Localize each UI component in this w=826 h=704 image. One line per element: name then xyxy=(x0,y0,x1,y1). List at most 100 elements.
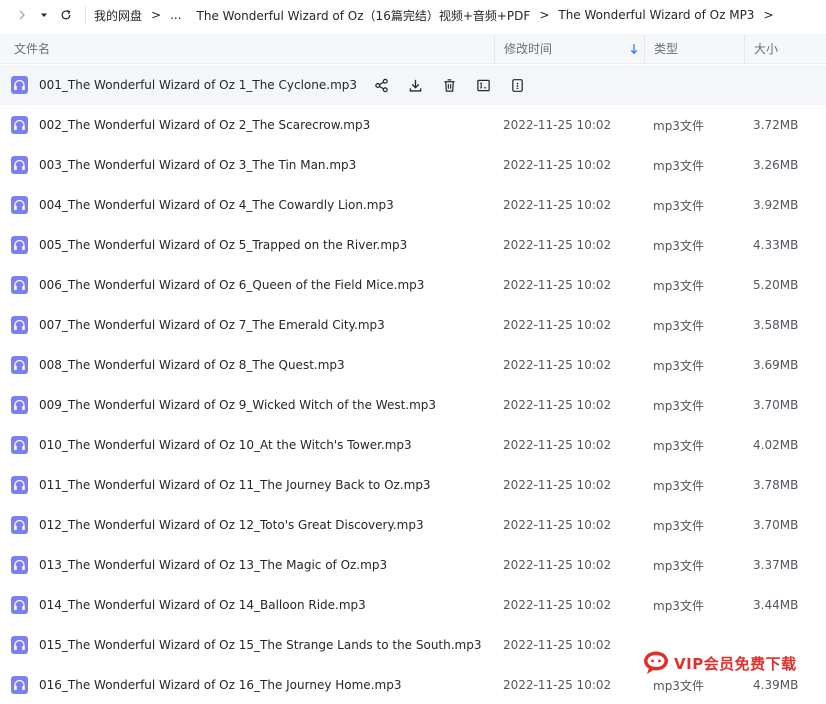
column-header-modified-label: 修改时间 xyxy=(504,42,553,56)
audio-file-icon xyxy=(11,476,28,494)
file-name-cell[interactable]: 009_The Wonderful Wizard of Oz 9_Wicked … xyxy=(0,396,494,414)
file-row[interactable]: 002_The Wonderful Wizard of Oz 2_The Sca… xyxy=(0,105,826,145)
file-size: 3.44MB xyxy=(753,598,799,612)
file-name-cell[interactable]: 014_The Wonderful Wizard of Oz 14_Balloo… xyxy=(0,596,494,614)
file-name[interactable]: 003_The Wonderful Wizard of Oz 3_The Tin… xyxy=(39,158,356,172)
file-size: 3.70MB xyxy=(753,398,799,412)
file-modified-time: 2022-11-25 10:02 xyxy=(503,278,612,292)
delete-button[interactable] xyxy=(441,77,457,93)
audio-file-icon xyxy=(11,76,28,94)
file-modified-time: 2022-11-25 10:02 xyxy=(503,318,612,332)
history-dropdown-button[interactable] xyxy=(35,4,53,26)
file-name-cell[interactable]: 012_The Wonderful Wizard of Oz 12_Toto's… xyxy=(0,516,494,534)
file-row[interactable]: 008_The Wonderful Wizard of Oz 8_The Que… xyxy=(0,345,826,385)
file-row[interactable]: 004_The Wonderful Wizard of Oz 4_The Cow… xyxy=(0,185,826,225)
file-modified-time: 2022-11-25 10:02 xyxy=(503,598,612,612)
file-name-cell[interactable]: 002_The Wonderful Wizard of Oz 2_The Sca… xyxy=(0,116,494,134)
file-name-cell[interactable]: 004_The Wonderful Wizard of Oz 4_The Cow… xyxy=(0,196,494,214)
file-row[interactable]: 009_The Wonderful Wizard of Oz 9_Wicked … xyxy=(0,385,826,425)
forward-button[interactable] xyxy=(11,4,33,26)
audio-file-icon xyxy=(11,276,28,294)
file-row[interactable]: 006_The Wonderful Wizard of Oz 6_Queen o… xyxy=(0,265,826,305)
audio-file-icon xyxy=(11,396,28,414)
file-row[interactable]: 012_The Wonderful Wizard of Oz 12_Toto's… xyxy=(0,505,826,545)
file-size: 3.70MB xyxy=(753,518,799,532)
column-header-name[interactable]: 文件名 xyxy=(0,34,494,64)
file-type: mp3文件 xyxy=(653,438,704,453)
share-icon xyxy=(374,78,388,92)
breadcrumb-parent-folder[interactable]: The Wonderful Wizard of Oz（16篇完结）视频+音频+P… xyxy=(197,7,531,24)
file-name[interactable]: 012_The Wonderful Wizard of Oz 12_Toto's… xyxy=(39,518,424,532)
file-list: 001_The Wonderful Wizard of Oz 1_The Cyc… xyxy=(0,65,826,704)
file-row[interactable]: 001_The Wonderful Wizard of Oz 1_The Cyc… xyxy=(0,65,826,105)
file-name[interactable]: 009_The Wonderful Wizard of Oz 9_Wicked … xyxy=(39,398,436,412)
file-size: 3.37MB xyxy=(753,558,799,572)
file-name-cell[interactable]: 007_The Wonderful Wizard of Oz 7_The Eme… xyxy=(0,316,494,334)
breadcrumb-trailing-chevron[interactable]: > xyxy=(763,8,773,22)
file-name-cell[interactable]: 016_The Wonderful Wizard of Oz 16_The Jo… xyxy=(0,676,494,694)
file-type: mp3文件 xyxy=(653,518,704,533)
more-button[interactable] xyxy=(509,77,525,93)
file-name[interactable]: 013_The Wonderful Wizard of Oz 13_The Ma… xyxy=(39,558,387,572)
file-size: 3.92MB xyxy=(753,198,799,212)
file-name-cell[interactable]: 011_The Wonderful Wizard of Oz 11_The Jo… xyxy=(0,476,494,494)
file-name-cell[interactable]: 005_The Wonderful Wizard of Oz 5_Trapped… xyxy=(0,236,494,254)
file-name[interactable]: 015_The Wonderful Wizard of Oz 15_The St… xyxy=(39,638,482,652)
breadcrumb-root[interactable]: 我的网盘 xyxy=(94,7,142,24)
download-button[interactable] xyxy=(407,77,423,93)
chevron-right-icon xyxy=(19,10,25,20)
file-size: 3.26MB xyxy=(753,158,799,172)
file-name-cell[interactable]: 015_The Wonderful Wizard of Oz 15_The St… xyxy=(0,636,494,654)
share-button[interactable] xyxy=(373,77,389,93)
file-name-cell[interactable]: 013_The Wonderful Wizard of Oz 13_The Ma… xyxy=(0,556,494,574)
audio-file-icon xyxy=(11,436,28,454)
watermark: VIP会员免费下载 xyxy=(642,650,797,676)
file-type: mp3文件 xyxy=(653,278,704,293)
file-name[interactable]: 004_The Wonderful Wizard of Oz 4_The Cow… xyxy=(39,198,394,212)
audio-file-icon xyxy=(11,356,28,374)
file-name[interactable]: 007_The Wonderful Wizard of Oz 7_The Eme… xyxy=(39,318,385,332)
file-row[interactable]: 003_The Wonderful Wizard of Oz 3_The Tin… xyxy=(0,145,826,185)
file-type: mp3文件 xyxy=(653,358,704,373)
breadcrumb-separator: > xyxy=(539,8,550,22)
file-name[interactable]: 016_The Wonderful Wizard of Oz 16_The Jo… xyxy=(39,678,401,692)
file-name[interactable]: 011_The Wonderful Wizard of Oz 11_The Jo… xyxy=(39,478,431,492)
file-row[interactable]: 007_The Wonderful Wizard of Oz 7_The Eme… xyxy=(0,305,826,345)
file-name[interactable]: 002_The Wonderful Wizard of Oz 2_The Sca… xyxy=(39,118,370,132)
column-header-modified[interactable]: 修改时间 xyxy=(494,33,644,64)
file-row[interactable]: 010_The Wonderful Wizard of Oz 10_At the… xyxy=(0,425,826,465)
file-row[interactable]: 005_The Wonderful Wizard of Oz 5_Trapped… xyxy=(0,225,826,265)
file-name-cell[interactable]: 008_The Wonderful Wizard of Oz 8_The Que… xyxy=(0,356,494,374)
file-name-cell[interactable]: 001_The Wonderful Wizard of Oz 1_The Cyc… xyxy=(0,76,523,94)
file-name-cell[interactable]: 006_The Wonderful Wizard of Oz 6_Queen o… xyxy=(0,276,494,294)
file-row[interactable]: 013_The Wonderful Wizard of Oz 13_The Ma… xyxy=(0,545,826,585)
file-row[interactable]: 014_The Wonderful Wizard of Oz 14_Balloo… xyxy=(0,585,826,625)
file-type: mp3文件 xyxy=(653,598,704,613)
file-name[interactable]: 008_The Wonderful Wizard of Oz 8_The Que… xyxy=(39,358,345,372)
more-icon xyxy=(511,78,523,92)
rename-icon xyxy=(476,79,490,91)
column-header-size[interactable]: 大小 xyxy=(744,33,826,64)
file-name[interactable]: 010_The Wonderful Wizard of Oz 10_At the… xyxy=(39,438,412,452)
file-name[interactable]: 005_The Wonderful Wizard of Oz 5_Trapped… xyxy=(39,238,407,252)
file-modified-time: 2022-11-25 10:02 xyxy=(503,358,612,372)
file-type: mp3文件 xyxy=(653,198,704,213)
file-modified-time: 2022-11-25 10:02 xyxy=(503,518,612,532)
row-actions xyxy=(373,77,543,93)
file-modified-time: 2022-11-25 10:02 xyxy=(503,438,612,452)
file-name-cell[interactable]: 010_The Wonderful Wizard of Oz 10_At the… xyxy=(0,436,494,454)
breadcrumb-separator: > xyxy=(151,8,162,22)
breadcrumb-current-folder[interactable]: The Wonderful Wizard of Oz MP3 xyxy=(558,8,754,22)
rename-button[interactable] xyxy=(475,77,491,93)
file-name-cell[interactable]: 003_The Wonderful Wizard of Oz 3_The Tin… xyxy=(0,156,494,174)
file-type: mp3文件 xyxy=(653,478,704,493)
file-name[interactable]: 006_The Wonderful Wizard of Oz 6_Queen o… xyxy=(39,278,424,292)
file-row[interactable]: 011_The Wonderful Wizard of Oz 11_The Jo… xyxy=(0,465,826,505)
breadcrumb-ellipsis[interactable]: ... xyxy=(170,8,181,22)
refresh-button[interactable] xyxy=(55,4,77,26)
delete-icon xyxy=(443,78,455,92)
file-name[interactable]: 001_The Wonderful Wizard of Oz 1_The Cyc… xyxy=(39,78,357,92)
file-name[interactable]: 014_The Wonderful Wizard of Oz 14_Balloo… xyxy=(39,598,366,612)
column-header-type[interactable]: 类型 xyxy=(644,33,744,64)
file-type: mp3文件 xyxy=(653,398,704,413)
